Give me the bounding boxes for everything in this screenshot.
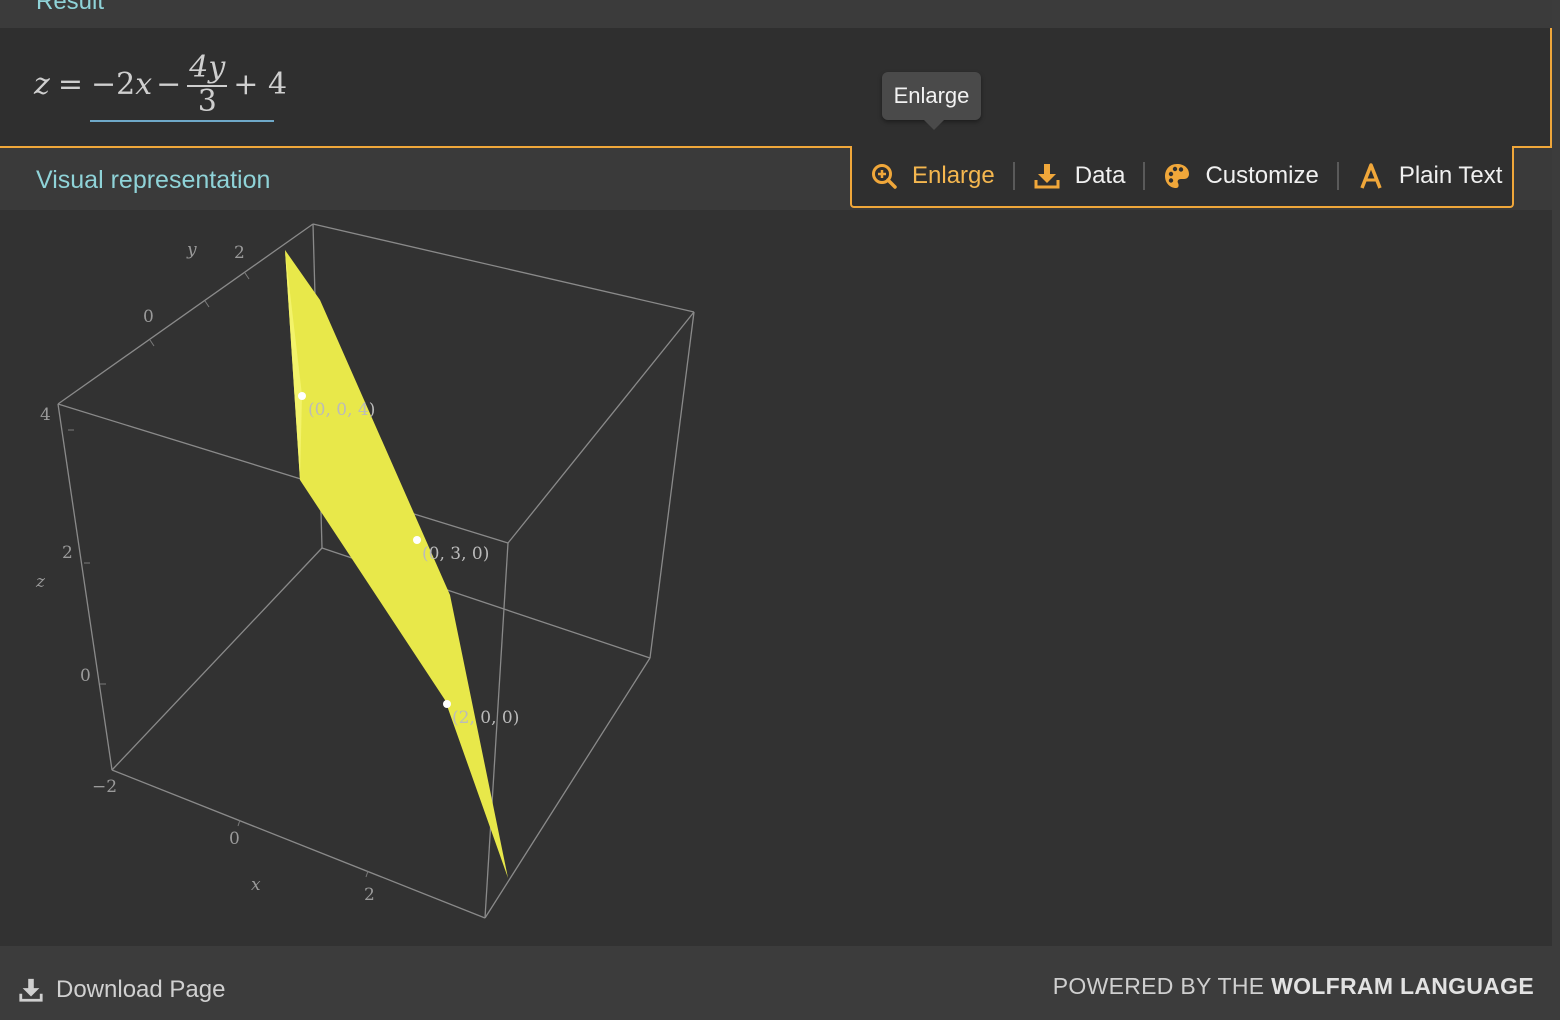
fraction-denominator: 3 bbox=[197, 84, 217, 119]
z-tick-label: 0 bbox=[80, 666, 91, 686]
enlarge-button[interactable]: Enlarge bbox=[870, 162, 995, 190]
plain-text-label: Plain Text bbox=[1398, 162, 1503, 189]
z-tick-label: −2 bbox=[92, 777, 117, 797]
powered-by-text[interactable]: POWERED BY THE WOLFRAM LANGUAGE bbox=[1053, 973, 1534, 1000]
x-tick-label: 2 bbox=[364, 885, 375, 905]
point-marker bbox=[443, 700, 451, 708]
formula-coef: −2 bbox=[90, 66, 136, 102]
scrollbar-track bbox=[1552, 0, 1560, 946]
point-label: (2, 0, 0) bbox=[452, 708, 519, 728]
customize-label: Customize bbox=[1205, 162, 1319, 189]
plane-3d-plot[interactable]: (0, 0, 4) (0, 3, 0) (2, 0, 0) y 2 0 4 2 … bbox=[30, 214, 710, 934]
enlarge-label: Enlarge bbox=[912, 162, 995, 189]
z-tick-label: 4 bbox=[40, 405, 51, 425]
data-label: Data bbox=[1074, 162, 1126, 189]
powered-prefix: POWERED BY THE bbox=[1052, 973, 1265, 999]
point-label: (0, 0, 4) bbox=[308, 400, 375, 420]
palette-icon bbox=[1165, 164, 1190, 188]
result-formula[interactable]: z = −2 x − 4y 3 + 4 bbox=[34, 44, 287, 124]
toolbar-separator bbox=[1336, 162, 1339, 190]
data-button[interactable]: Data bbox=[1033, 162, 1126, 190]
formula-fraction: 4y 3 bbox=[187, 50, 228, 119]
formula-minus: − bbox=[156, 66, 182, 102]
text-a-icon bbox=[1360, 163, 1382, 189]
formula-lhs: z bbox=[34, 66, 50, 102]
y-tick-label: 0 bbox=[143, 307, 154, 327]
plain-text-button[interactable]: Plain Text bbox=[1357, 162, 1503, 190]
formula-var-x: x bbox=[135, 66, 153, 102]
enlarge-tooltip: Enlarge bbox=[882, 72, 981, 130]
download-icon bbox=[1034, 164, 1060, 189]
customize-button[interactable]: Customize bbox=[1163, 162, 1319, 190]
visual-pod-title: Visual representation bbox=[36, 166, 271, 194]
z-tick-label: 2 bbox=[62, 543, 73, 563]
download-page-label: Download Page bbox=[56, 976, 226, 1003]
point-marker bbox=[298, 392, 306, 400]
z-axis-label: z bbox=[35, 572, 46, 592]
wolfram-language-brand: WOLFRAM LANGUAGE bbox=[1271, 973, 1534, 999]
result-pod-title: Result bbox=[36, 0, 105, 15]
x-axis-label: x bbox=[251, 875, 261, 895]
zoom-in-icon bbox=[872, 164, 897, 189]
y-tick-label: 2 bbox=[234, 243, 245, 263]
point-label: (0, 3, 0) bbox=[422, 544, 489, 564]
pod-toolbar: Enlarge Data Customize Plain Text bbox=[850, 146, 1514, 208]
x-tick-label: 0 bbox=[229, 829, 240, 849]
result-pod-header bbox=[0, 0, 1552, 28]
toolbar-separator bbox=[1012, 162, 1015, 190]
download-icon bbox=[19, 978, 43, 1002]
formula-equals: = bbox=[57, 66, 83, 102]
point-marker bbox=[413, 536, 421, 544]
y-axis-label: y bbox=[186, 240, 197, 260]
fraction-numerator: 4y bbox=[187, 50, 228, 87]
download-page-button[interactable]: Download Page bbox=[18, 976, 225, 1004]
formula-tail: + 4 bbox=[233, 66, 288, 102]
toolbar-separator bbox=[1143, 162, 1146, 190]
formula-hover-underline bbox=[90, 120, 274, 122]
